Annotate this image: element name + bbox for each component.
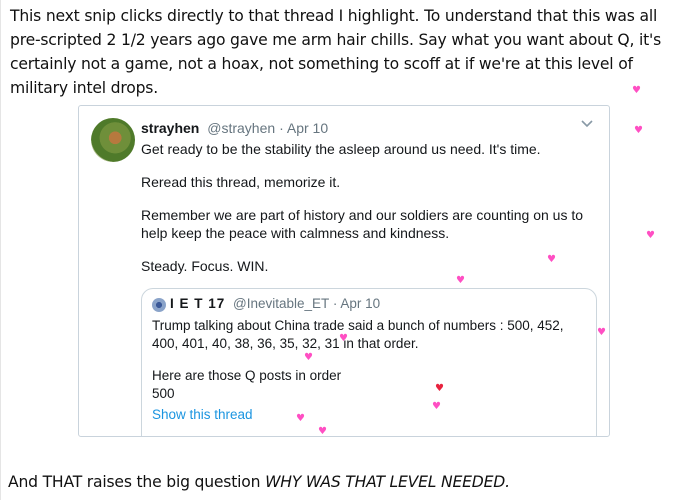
heart-icon: ♥ <box>318 426 327 437</box>
tweet-display-name[interactable]: strayhen <box>141 120 199 136</box>
quote-author-line: I E T 17 @Inevitable_ET · Apr 10 <box>170 296 380 311</box>
tweet-paragraph: Steady. Focus. WIN. <box>141 258 269 274</box>
heart-icon: ♥ <box>597 327 606 338</box>
tweet-paragraph: Reread this thread, memorize it. <box>141 174 341 190</box>
show-thread-link[interactable]: Show this thread <box>152 407 253 422</box>
tweet-paragraph: Get ready to be the stability the asleep… <box>141 141 541 157</box>
tweet-text: Get ready to be the stability the asleep… <box>141 140 596 290</box>
heart-icon: ♥ <box>547 254 556 265</box>
embedded-tweet[interactable]: strayhen @strayhen · Apr 10 Get ready to… <box>78 105 610 437</box>
heart-icon: ♥ <box>634 125 643 136</box>
heart-icon: ♥ <box>432 401 441 412</box>
heart-icon: ♥ <box>296 413 305 424</box>
quote-handle[interactable]: @Inevitable_ET <box>233 296 329 311</box>
heart-icon: ♥ <box>646 230 655 241</box>
quote-paragraph: 500 <box>152 386 175 401</box>
heart-icon: ♥ <box>632 85 641 96</box>
quote-separator: · <box>332 296 338 311</box>
heart-icon: ♥ <box>435 383 444 394</box>
heart-icon: ♥ <box>456 275 465 286</box>
quote-paragraph: Trump talking about China trade said a b… <box>152 318 564 351</box>
page-left-border <box>0 0 1 500</box>
tweet-paragraph: Remember we are part of history and our … <box>141 207 584 241</box>
heart-icon: ♥ <box>339 333 348 344</box>
quote-avatar[interactable] <box>152 298 166 312</box>
avatar[interactable] <box>91 118 135 162</box>
quote-date[interactable]: Apr 10 <box>340 296 380 311</box>
tweet-date[interactable]: Apr 10 <box>287 120 328 136</box>
intro-paragraph: This next snip clicks directly to that t… <box>10 7 662 97</box>
tweet-separator: · <box>279 120 284 136</box>
quote-paragraph: Here are those Q posts in order <box>152 368 342 383</box>
heart-icon: ♥ <box>304 352 313 363</box>
quote-text: Trump talking about China trade said a b… <box>152 317 584 403</box>
quote-display-name[interactable]: I E T 17 <box>170 296 225 311</box>
outro-emphasis: WHY WAS THAT LEVEL NEEDED. <box>265 473 510 491</box>
outro-text: And THAT raises the big question <box>8 473 261 491</box>
chevron-down-icon[interactable] <box>579 116 595 132</box>
outro-paragraph: And THAT raises the big question WHY WAS… <box>8 470 510 494</box>
tweet-handle[interactable]: @strayhen <box>207 120 275 136</box>
tweet-author-line: strayhen @strayhen · Apr 10 <box>141 120 328 136</box>
quoted-tweet[interactable]: I E T 17 @Inevitable_ET · Apr 10 Trump t… <box>141 288 597 436</box>
